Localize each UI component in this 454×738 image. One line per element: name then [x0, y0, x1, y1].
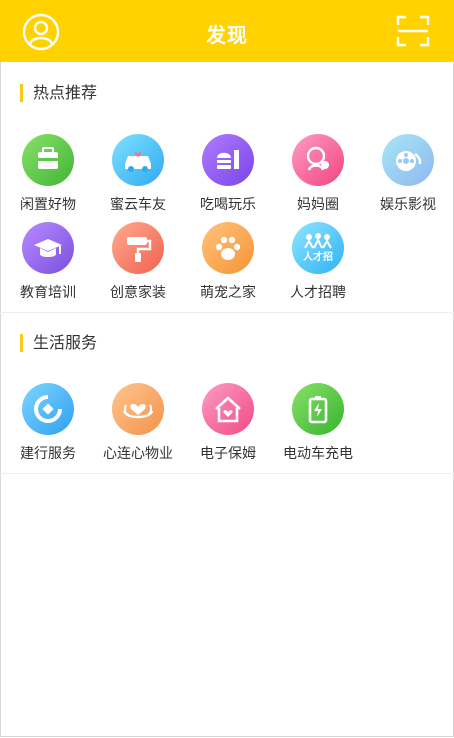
- film-reel-icon: [382, 134, 434, 186]
- grid-item-jianhang[interactable]: 建行服务: [3, 383, 93, 469]
- bag-icon: [22, 134, 74, 186]
- hot-section: 热点推荐 闲置好物 蜜云车友 吃喝玩乐 妈妈圈 娱乐影视 教育培训 创意家装 萌…: [0, 62, 454, 312]
- heart-home-icon: [202, 383, 254, 435]
- grid-item-label: 电动车充电: [283, 446, 353, 462]
- grid-item-label: 人才招聘: [290, 285, 346, 301]
- grid-item-mengchong[interactable]: 萌宠之家: [183, 222, 273, 308]
- grid-item-chongdian[interactable]: 电动车充电: [273, 383, 363, 469]
- grid-item-label: 电子保姆: [200, 446, 256, 462]
- mother-icon: [292, 134, 344, 186]
- battery-charging-icon: [292, 383, 344, 435]
- grid-item-label: 心连心物业: [103, 446, 173, 462]
- grid-item-label: 妈妈圈: [297, 197, 339, 213]
- life-section: 生活服务 建行服务 心连心物业 电子保姆 电动车充电: [0, 313, 454, 473]
- car-icon: [112, 134, 164, 186]
- grid-item-jiaoyu[interactable]: 教育培训: [3, 222, 93, 308]
- ccb-logo-icon: [22, 383, 74, 435]
- grid-item-label: 闲置好物: [20, 197, 76, 213]
- page-title: 发现: [206, 23, 248, 47]
- divider: [0, 473, 454, 474]
- scan-button[interactable]: [396, 14, 430, 48]
- grid-item-cheyou[interactable]: 蜜云车友: [93, 134, 183, 220]
- grid-item-yule[interactable]: 娱乐影视: [363, 134, 453, 220]
- grid-item-label: 建行服务: [20, 446, 76, 462]
- people-icon: 人才招: [292, 222, 344, 274]
- section-title: 生活服务: [20, 334, 97, 352]
- grid-item-xianzhi[interactable]: 闲置好物: [3, 134, 93, 220]
- paw-icon: [202, 222, 254, 274]
- grid-item-label: 吃喝玩乐: [200, 197, 256, 213]
- burger-icon: [202, 134, 254, 186]
- grid-item-rencai[interactable]: 人才招 人才招聘: [273, 222, 363, 308]
- graduation-cap-icon: [22, 222, 74, 274]
- section-title: 热点推荐: [20, 84, 97, 102]
- grid-item-label: 萌宠之家: [200, 285, 256, 301]
- top-bar: 发现: [0, 0, 454, 62]
- grid-item-jiazhuang[interactable]: 创意家装: [93, 222, 183, 308]
- grid-item-label: 蜜云车友: [110, 197, 166, 213]
- scan-icon: [396, 15, 430, 47]
- grid-item-chihe[interactable]: 吃喝玩乐: [183, 134, 273, 220]
- grid-item-label: 创意家装: [110, 285, 166, 301]
- grid-item-label: 教育培训: [20, 285, 76, 301]
- hands-heart-icon: [112, 383, 164, 435]
- grid-item-baomu[interactable]: 电子保姆: [183, 383, 273, 469]
- grid-item-mama[interactable]: 妈妈圈: [273, 134, 363, 220]
- grid-item-wuye[interactable]: 心连心物业: [93, 383, 183, 469]
- grid-item-label: 娱乐影视: [380, 197, 436, 213]
- badge-text: 人才招: [303, 250, 333, 263]
- paint-roller-icon: [112, 222, 164, 274]
